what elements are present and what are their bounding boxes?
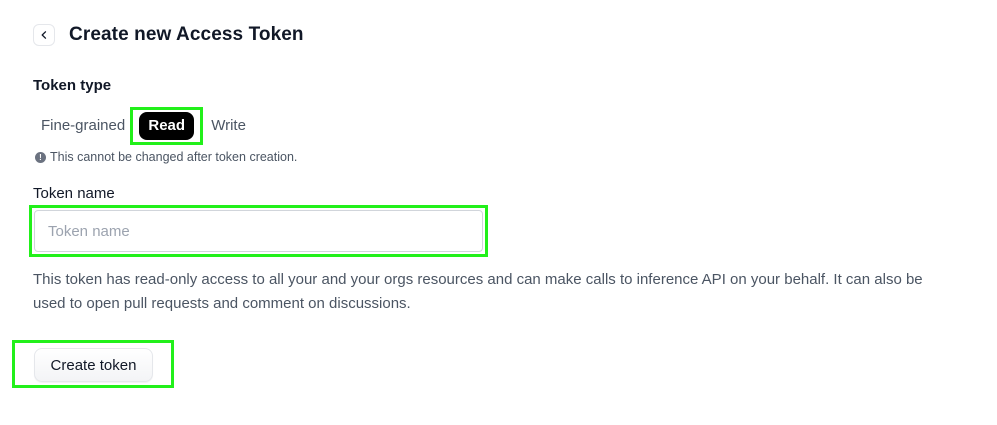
token-type-fine-grained[interactable]: Fine-grained	[33, 112, 133, 140]
token-type-read[interactable]: Read	[139, 112, 195, 140]
page-header: Create new Access Token	[33, 24, 304, 46]
token-name-input[interactable]	[34, 210, 483, 252]
token-type-write[interactable]: Write	[203, 112, 254, 140]
create-token-highlight: Create token	[12, 340, 174, 388]
chevron-left-icon	[41, 31, 47, 39]
token-type-selector: Fine-grained Read Write	[33, 107, 254, 145]
token-name-label: Token name	[33, 185, 115, 202]
token-type-read-highlight: Read	[130, 107, 204, 145]
token-type-note: ! This cannot be changed after token cre…	[35, 150, 297, 164]
token-type-note-text: This cannot be changed after token creat…	[50, 150, 298, 164]
create-token-button[interactable]: Create token	[34, 348, 153, 382]
page-title: Create new Access Token	[69, 24, 304, 45]
token-name-highlight	[29, 205, 488, 257]
token-description: This token has read-only access to all y…	[33, 271, 923, 312]
info-icon: !	[35, 151, 46, 163]
back-button[interactable]	[33, 24, 55, 46]
token-type-label: Token type	[33, 77, 112, 94]
